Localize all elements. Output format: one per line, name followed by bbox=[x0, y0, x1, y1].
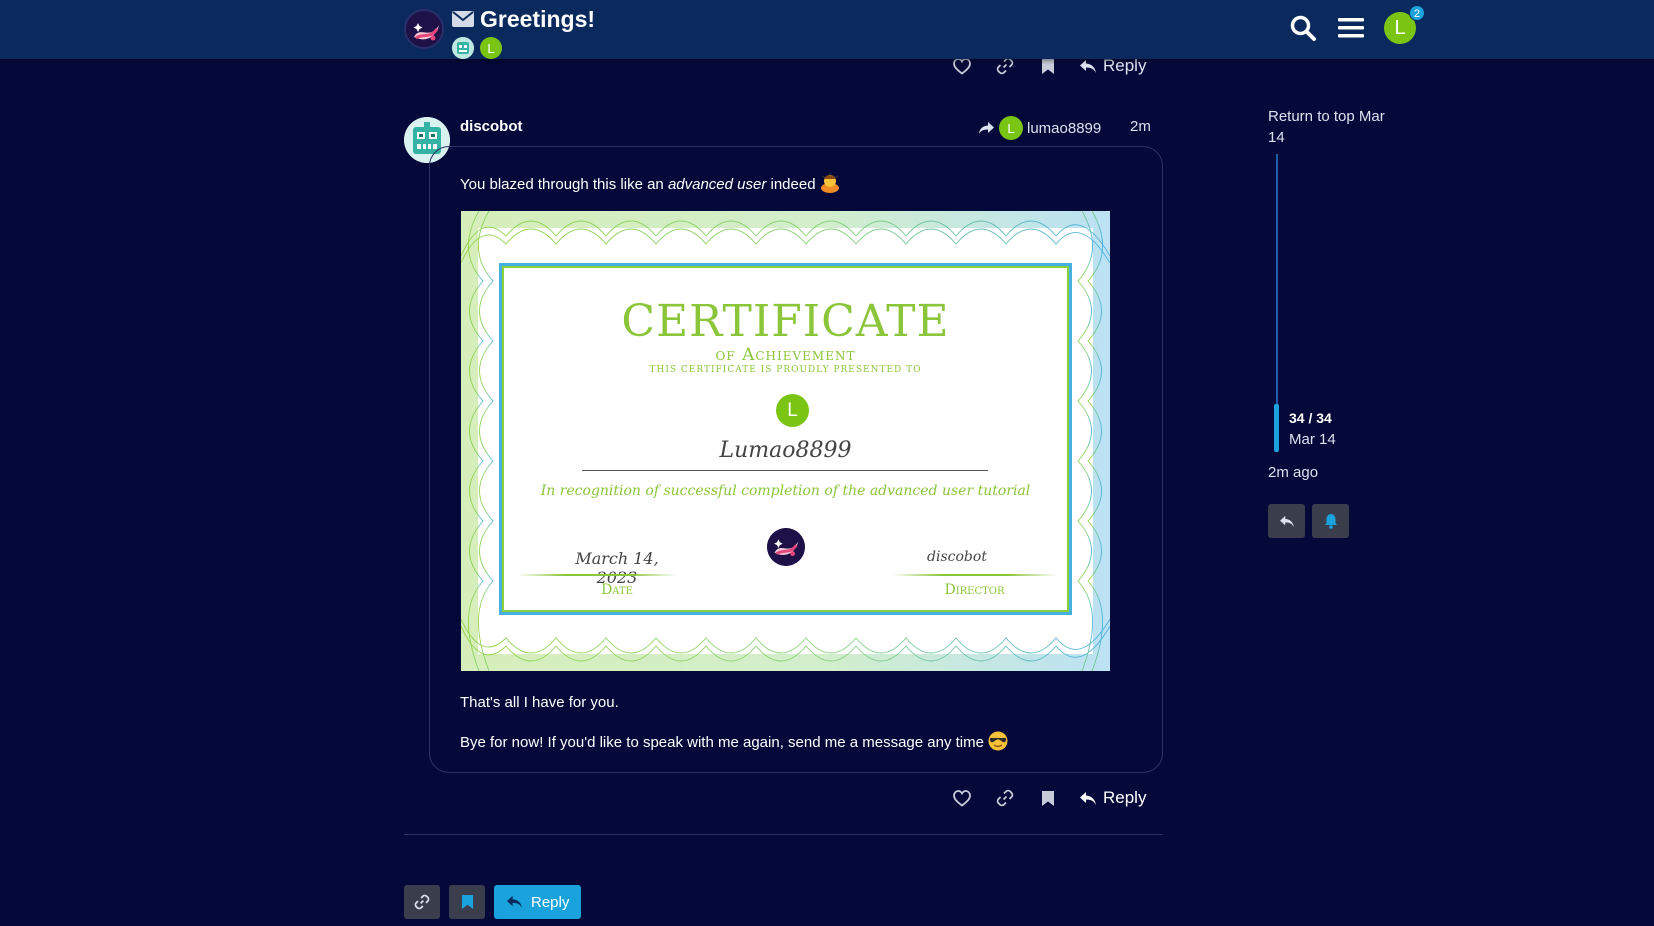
post-username[interactable]: discobot bbox=[460, 118, 523, 135]
timeline-handle[interactable] bbox=[1274, 404, 1279, 452]
header-icons: L 2 bbox=[1288, 5, 1425, 44]
site-logo[interactable] bbox=[404, 9, 444, 49]
search-button[interactable] bbox=[1288, 13, 1318, 43]
certificate-director-line bbox=[892, 574, 1057, 576]
topic-footer-buttons: Reply bbox=[404, 885, 582, 919]
link-icon bbox=[414, 894, 430, 910]
hamburger-icon bbox=[1338, 18, 1364, 38]
post-text-after: indeed bbox=[766, 176, 816, 193]
bookmark-button[interactable] bbox=[1026, 783, 1069, 813]
reply-to-tab[interactable]: L lumao8899 bbox=[978, 116, 1101, 140]
topic-end-divider bbox=[404, 834, 1163, 835]
certificate-recognition: In recognition of successful completion … bbox=[540, 483, 1031, 499]
post-line-1: You blazed through this like an advanced… bbox=[460, 173, 840, 193]
share-topic-button[interactable] bbox=[404, 885, 440, 919]
reply-button[interactable]: Reply bbox=[1069, 783, 1156, 813]
current-user-avatar[interactable]: L 2 bbox=[1384, 5, 1425, 44]
topic-timeline: Return to top Mar 14 34 / 34 Mar 14 2m a… bbox=[1268, 106, 1398, 538]
timeline-date: Mar 14 bbox=[1289, 431, 1336, 448]
certificate-director-label: Director bbox=[944, 582, 1005, 598]
hamburger-menu-button[interactable] bbox=[1336, 13, 1366, 43]
reply-to-username: lumao8899 bbox=[1027, 119, 1102, 137]
heart-icon bbox=[952, 57, 971, 75]
person-bowing-emoji-icon bbox=[820, 173, 839, 193]
reply-icon bbox=[1080, 791, 1096, 805]
share-arrow-icon bbox=[979, 122, 994, 134]
envelope-icon bbox=[452, 11, 474, 27]
certificate-avatar: L bbox=[776, 394, 809, 427]
topic-title[interactable]: Greetings! bbox=[452, 6, 595, 32]
bell-icon bbox=[1324, 514, 1337, 529]
topic-reply-label: Reply bbox=[531, 893, 570, 911]
certificate-name-line bbox=[582, 470, 988, 471]
reply-icon bbox=[507, 895, 522, 909]
topic-reply-button[interactable]: Reply bbox=[494, 885, 582, 919]
bookmark-icon bbox=[1041, 58, 1054, 74]
post-actions: Reply bbox=[940, 783, 1156, 813]
participant-avatar-lumao8899[interactable]: L bbox=[480, 37, 502, 59]
timeline-scrollarea[interactable] bbox=[1276, 154, 1278, 444]
site-logo-icon bbox=[767, 528, 805, 566]
heart-icon bbox=[952, 789, 971, 807]
certificate-logo bbox=[767, 528, 805, 566]
site-logo-icon bbox=[406, 11, 442, 47]
reply-to-avatar: L bbox=[999, 116, 1023, 140]
notification-badge: 2 bbox=[1409, 5, 1425, 21]
robot-icon bbox=[452, 37, 474, 59]
like-button[interactable] bbox=[940, 783, 983, 813]
reply-label: Reply bbox=[1103, 56, 1147, 75]
post-line-3: Bye for now! If you'd like to speak with… bbox=[460, 731, 1008, 751]
link-icon bbox=[996, 57, 1013, 75]
bookmark-icon bbox=[1041, 790, 1054, 806]
certificate-director-value: discobot bbox=[927, 549, 987, 565]
site-header: Greetings! L L 2 bbox=[0, 0, 1654, 59]
sunglasses-emoji-icon bbox=[988, 731, 1008, 751]
search-icon bbox=[1290, 15, 1316, 41]
topic-title-area: Greetings! L bbox=[452, 6, 595, 59]
post-line-2: That's all I have for you. bbox=[460, 694, 619, 711]
certificate-presented-text: this certificate is proudly presented to bbox=[649, 365, 922, 375]
timeline-controls bbox=[1268, 504, 1349, 538]
certificate-recipient: Lumao8899 bbox=[719, 438, 852, 463]
link-icon bbox=[996, 789, 1013, 807]
certificate-date-label: Date bbox=[601, 582, 633, 598]
participant-list: L bbox=[452, 37, 595, 59]
certificate-subtitle: of Achievement bbox=[715, 345, 856, 365]
post-text-emphasis: advanced user bbox=[667, 176, 767, 193]
reply-icon bbox=[1279, 515, 1294, 527]
return-to-top-link[interactable]: Return to top Mar 14 bbox=[1268, 106, 1398, 148]
copy-link-button[interactable] bbox=[983, 783, 1026, 813]
reply-label: Reply bbox=[1103, 788, 1147, 807]
bookmark-icon bbox=[461, 895, 473, 909]
reply-icon bbox=[1080, 59, 1096, 73]
participant-avatar-discobot[interactable] bbox=[452, 37, 474, 59]
topic-title-text: Greetings! bbox=[480, 6, 596, 32]
timeline-last-activity[interactable]: 2m ago bbox=[1268, 464, 1318, 481]
post-date[interactable]: 2m bbox=[1130, 118, 1151, 135]
timeline-post-count: 34 / 34 bbox=[1289, 410, 1332, 426]
current-user-initial: L bbox=[1394, 16, 1406, 39]
post-line-3-text: Bye for now! If you'd like to speak with… bbox=[460, 734, 984, 751]
certificate-date-line bbox=[517, 574, 677, 576]
post-text-before: You blazed through this like an bbox=[460, 176, 668, 193]
notifications-button[interactable] bbox=[1312, 504, 1349, 538]
bookmark-topic-button[interactable] bbox=[449, 885, 485, 919]
certificate-image[interactable]: CERTIFICATE of Achievement this certific… bbox=[461, 211, 1110, 671]
certificate-title: CERTIFICATE bbox=[621, 296, 950, 347]
certificate-panel: CERTIFICATE of Achievement this certific… bbox=[499, 263, 1072, 615]
timeline-reply-button[interactable] bbox=[1268, 504, 1305, 538]
